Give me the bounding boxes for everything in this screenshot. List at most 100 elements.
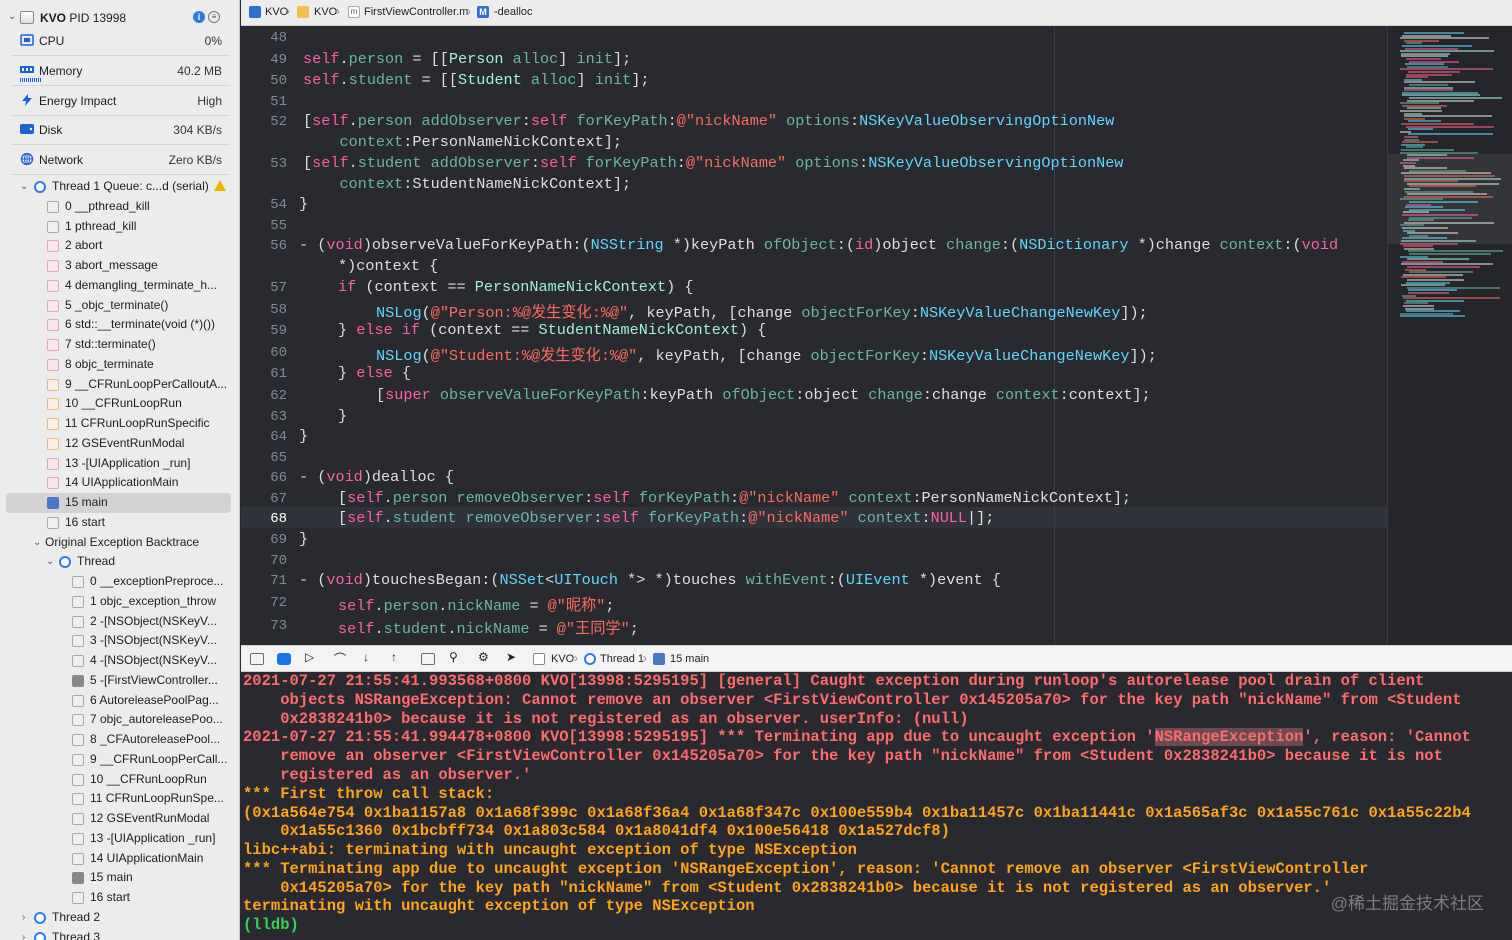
stack-frame-row[interactable]: 10 __CFRunLoopRun	[0, 770, 232, 790]
line-number[interactable]: 58	[247, 302, 287, 318]
line-number[interactable]: 48	[247, 30, 287, 46]
process-header[interactable]: ⌄ KVO PID 13998 i ≡	[0, 8, 232, 28]
gauge-cpu[interactable]: CPU 0%	[12, 28, 230, 56]
stack-frame-row[interactable]: 13 -[UIApplication _run]	[0, 454, 232, 474]
line-number[interactable]: 56	[247, 238, 287, 254]
stack-frame-row[interactable]: 4 -[NSObject(NSKeyV...	[0, 651, 232, 671]
stack-frame-row[interactable]: 2 -[NSObject(NSKeyV...	[0, 612, 232, 632]
line-number[interactable]: 51	[247, 94, 287, 110]
stack-frame-row[interactable]: 7 objc_autoreleasePoo...	[0, 710, 232, 730]
stack-frame-row[interactable]: 9 __CFRunLoopPerCalloutA...	[0, 375, 232, 395]
stack-frame-row[interactable]: 5 -[FirstViewController...	[0, 671, 232, 691]
chevron-down-icon[interactable]: ⌄	[33, 533, 41, 553]
breadcrumb-file[interactable]: FirstViewController.m	[364, 6, 468, 18]
minimap[interactable]	[1387, 26, 1512, 645]
stack-frame-row[interactable]: 11 CFRunLoopRunSpecific	[0, 414, 232, 434]
line-number[interactable]: 72	[247, 595, 287, 611]
stack-frame-row[interactable]: 15 main	[0, 868, 232, 888]
thread-row[interactable]: › Thread 3	[0, 928, 232, 940]
line-number[interactable]: 50	[247, 73, 287, 89]
step-into-icon[interactable]: ↓	[363, 650, 377, 664]
stack-frame-row[interactable]: 16 start	[0, 888, 232, 908]
line-number[interactable]: 49	[247, 52, 287, 68]
line-number[interactable]: 61	[247, 366, 287, 382]
stack-frame-row[interactable]: 15 main	[6, 493, 231, 513]
stack-frame-row[interactable]: 4 demangling_terminate_h...	[0, 276, 232, 296]
stack-frame-row[interactable]: 12 GSEventRunModal	[0, 434, 232, 454]
stack-frame-row[interactable]: 14 UIApplicationMain	[0, 849, 232, 869]
line-number[interactable]: 71	[247, 573, 287, 589]
stack-frame-row[interactable]: 0 __exceptionPreproce...	[0, 572, 232, 592]
source-editor[interactable]: 48 49 50 51 52 53 54 55 56 57 58 59 60 61 62 63 64 65 66 67…	[241, 26, 1387, 645]
stack-frame-row[interactable]: 2 abort	[0, 236, 232, 256]
chevron-down-icon[interactable]: ⌄	[8, 11, 16, 22]
line-number[interactable]: 55	[247, 218, 287, 234]
line-number[interactable]: 65	[247, 450, 287, 466]
stack-frame-row[interactable]: 8 _CFAutoreleasePool...	[0, 730, 232, 750]
view-debugger-icon[interactable]	[421, 653, 435, 665]
stack-frame-row[interactable]: 6 std::__terminate(void (*)())	[0, 315, 232, 335]
stack-frame-row[interactable]: 1 objc_exception_throw	[0, 592, 232, 612]
debug-crumb-frame[interactable]: 15 main	[670, 653, 709, 665]
line-number[interactable]: 69	[247, 532, 287, 548]
line-number[interactable]: 68	[247, 511, 287, 527]
chevron-right-icon[interactable]: ›	[22, 928, 25, 940]
line-number[interactable]: 63	[247, 409, 287, 425]
chevron-right-icon[interactable]: ›	[22, 908, 25, 928]
stack-frame-row[interactable]: 3 -[NSObject(NSKeyV...	[0, 631, 232, 651]
continue-icon[interactable]: ▷	[305, 650, 319, 664]
debug-crumb-target[interactable]: KVO	[551, 653, 574, 665]
debug-crumb-thread[interactable]: Thread 1	[600, 653, 644, 665]
console-output[interactable]: 2021-07-27 21:55:41.993568+0800 KVO[1399…	[241, 672, 1512, 940]
chevron-down-icon[interactable]: ⌄	[20, 177, 28, 197]
stack-frame-row[interactable]: 6 AutoreleasePoolPag...	[0, 691, 232, 711]
step-over-icon[interactable]: ⌒	[334, 650, 348, 666]
breadcrumb-method[interactable]: -dealloc	[494, 6, 533, 18]
line-number[interactable]: 57	[247, 280, 287, 296]
line-number[interactable]: 67	[247, 491, 287, 507]
gauge-energy[interactable]: Energy Impact High	[12, 88, 230, 116]
stack-frame-row[interactable]: 5 _objc_terminate()	[0, 296, 232, 316]
line-number[interactable]: 66	[247, 470, 287, 486]
line-number[interactable]: 73	[247, 618, 287, 634]
line-number[interactable]: 52	[247, 114, 287, 130]
thread-row[interactable]: ⌄ Thread 1 Queue: c...d (serial)	[0, 177, 232, 197]
line-number-gutter[interactable]: 48 49 50 51 52 53 54 55 56 57 58 59 60 61 62 63 64 65 66 67…	[241, 26, 291, 645]
line-number[interactable]: 64	[247, 429, 287, 445]
memory-graph-icon[interactable]: ⚲	[449, 650, 463, 664]
exception-backtrace-row[interactable]: ⌄ Original Exception Backtrace	[0, 533, 232, 553]
line-number[interactable]: 54	[247, 197, 287, 213]
breadcrumb-group[interactable]: KVO	[314, 6, 337, 18]
stack-frame-row[interactable]: 16 start	[0, 513, 232, 533]
chevron-down-icon[interactable]: ⌄	[46, 552, 54, 572]
step-out-icon[interactable]: ↑	[391, 650, 405, 664]
stack-frame-row[interactable]: 14 UIApplicationMain	[0, 473, 232, 493]
stack-frame-row[interactable]: 13 -[UIApplication _run]	[0, 829, 232, 849]
line-number[interactable]: 60	[247, 345, 287, 361]
stack-frame-row[interactable]: 0 __pthread_kill	[0, 197, 232, 217]
stack-frame-row[interactable]: 3 abort_message	[0, 256, 232, 276]
lldb-prompt[interactable]: (lldb)	[243, 916, 299, 934]
thread-filter-icon[interactable]: ≡	[208, 11, 220, 23]
gauge-network[interactable]: Network Zero KB/s	[12, 147, 230, 175]
thread-row[interactable]: › Thread 2	[0, 908, 232, 928]
stack-frame-row[interactable]: 12 GSEventRunModal	[0, 809, 232, 829]
breadcrumb-project[interactable]: KVO	[265, 6, 288, 18]
line-number[interactable]: 62	[247, 388, 287, 404]
line-number[interactable]: 53	[247, 156, 287, 172]
hide-debug-area-icon[interactable]	[250, 653, 264, 665]
breakpoints-toggle-icon[interactable]	[277, 653, 291, 665]
stack-frame-row[interactable]: 7 std::terminate()	[0, 335, 232, 355]
line-number[interactable]: 59	[247, 323, 287, 339]
gauge-disk[interactable]: Disk 304 KB/s	[12, 117, 230, 145]
stack-frame-row[interactable]: 1 pthread_kill	[0, 217, 232, 237]
gauge-memory[interactable]: Memory 40.2 MB	[12, 58, 230, 86]
line-number[interactable]: 70	[247, 553, 287, 569]
environment-overrides-icon[interactable]: ⚙	[478, 650, 492, 664]
thread-row[interactable]: ⌄ Thread	[0, 552, 232, 572]
simulate-location-icon[interactable]: ➤	[506, 650, 520, 664]
stack-frame-row[interactable]: 10 __CFRunLoopRun	[0, 394, 232, 414]
stack-frame-row[interactable]: 11 CFRunLoopRunSpe...	[0, 789, 232, 809]
info-icon[interactable]: i	[193, 11, 205, 23]
stack-frame-row[interactable]: 9 __CFRunLoopPerCall...	[0, 750, 232, 770]
